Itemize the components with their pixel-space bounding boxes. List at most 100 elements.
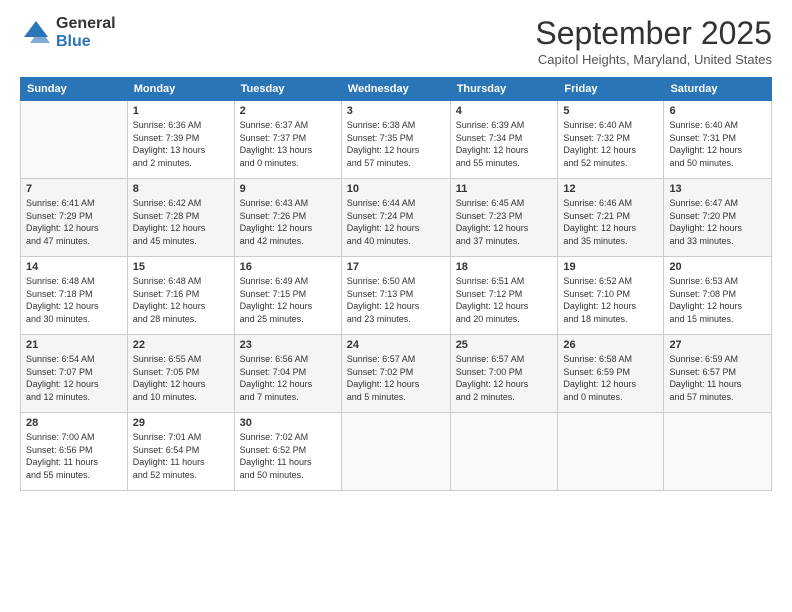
- day-number: 17: [347, 261, 445, 273]
- day-info: Sunrise: 7:02 AM Sunset: 6:52 PM Dayligh…: [240, 431, 336, 481]
- day-cell: 1 Sunrise: 6:36 AM Sunset: 7:39 PM Daylig…: [127, 101, 234, 179]
- day-number: 8: [133, 183, 229, 195]
- logo-icon: [20, 17, 52, 49]
- day-cell: [341, 413, 450, 491]
- day-cell: 24 Sunrise: 6:57 AM Sunset: 7:02 PM Dayli…: [341, 335, 450, 413]
- day-cell: 19 Sunrise: 6:52 AM Sunset: 7:10 PM Dayli…: [558, 257, 664, 335]
- day-info: Sunrise: 6:45 AM Sunset: 7:23 PM Dayligh…: [456, 197, 553, 247]
- day-cell: 3Sunrise: 6:38 AM Sunset: 7:35 PM Daylig…: [341, 101, 450, 179]
- day-number: 22: [133, 339, 229, 351]
- day-cell: [664, 413, 772, 491]
- day-cell: 9Sunrise: 6:43 AM Sunset: 7:26 PM Daylig…: [234, 179, 341, 257]
- day-info: Sunrise: 6:53 AM Sunset: 7:08 PM Dayligh…: [669, 275, 766, 325]
- day-number: 1: [133, 105, 229, 117]
- day-number: 20: [669, 261, 766, 273]
- day-number: 29: [133, 417, 229, 429]
- day-number: 12: [563, 183, 658, 195]
- location: Capitol Heights, Maryland, United States: [535, 52, 772, 67]
- day-cell: 27 Sunrise: 6:59 AM Sunset: 6:57 PM Dayli…: [664, 335, 772, 413]
- day-number: 10: [347, 183, 445, 195]
- day-cell: 13 Sunrise: 6:47 AM Sunset: 7:20 PM Dayli…: [664, 179, 772, 257]
- day-cell: [450, 413, 558, 491]
- day-number: 13: [669, 183, 766, 195]
- day-info: Sunrise: 6:52 AM Sunset: 7:10 PM Dayligh…: [563, 275, 658, 325]
- header-cell-tuesday: Tuesday: [234, 78, 341, 101]
- day-cell: 18Sunrise: 6:51 AM Sunset: 7:12 PM Dayli…: [450, 257, 558, 335]
- day-info: Sunrise: 6:40 AM Sunset: 7:31 PM Dayligh…: [669, 119, 766, 169]
- day-info: Sunrise: 6:56 AM Sunset: 7:04 PM Dayligh…: [240, 353, 336, 403]
- header-cell-saturday: Saturday: [664, 78, 772, 101]
- header-cell-monday: Monday: [127, 78, 234, 101]
- header: General Blue September 2025 Capitol Heig…: [20, 15, 772, 67]
- day-info: Sunrise: 6:36 AM Sunset: 7:39 PM Dayligh…: [133, 119, 229, 169]
- day-cell: 30 Sunrise: 7:02 AM Sunset: 6:52 PM Dayli…: [234, 413, 341, 491]
- logo: General Blue: [20, 15, 116, 50]
- logo-general: General: [56, 15, 116, 32]
- day-number: 23: [240, 339, 336, 351]
- day-number: 9: [240, 183, 336, 195]
- day-info: Sunrise: 6:40 AM Sunset: 7:32 PM Dayligh…: [563, 119, 658, 169]
- day-cell: 21Sunrise: 6:54 AM Sunset: 7:07 PM Dayli…: [21, 335, 128, 413]
- header-cell-wednesday: Wednesday: [341, 78, 450, 101]
- day-info: Sunrise: 6:55 AM Sunset: 7:05 PM Dayligh…: [133, 353, 229, 403]
- header-cell-thursday: Thursday: [450, 78, 558, 101]
- day-number: 6: [669, 105, 766, 117]
- day-cell: 17Sunrise: 6:50 AM Sunset: 7:13 PM Dayli…: [341, 257, 450, 335]
- day-number: 7: [26, 183, 122, 195]
- week-row-2: 14Sunrise: 6:48 AM Sunset: 7:18 PM Dayli…: [21, 257, 772, 335]
- day-info: Sunrise: 6:57 AM Sunset: 7:02 PM Dayligh…: [347, 353, 445, 403]
- week-row-4: 28Sunrise: 7:00 AM Sunset: 6:56 PM Dayli…: [21, 413, 772, 491]
- day-number: 21: [26, 339, 122, 351]
- day-number: 16: [240, 261, 336, 273]
- day-cell: 11Sunrise: 6:45 AM Sunset: 7:23 PM Dayli…: [450, 179, 558, 257]
- day-cell: 10Sunrise: 6:44 AM Sunset: 7:24 PM Dayli…: [341, 179, 450, 257]
- day-cell: 5Sunrise: 6:40 AM Sunset: 7:32 PM Daylig…: [558, 101, 664, 179]
- day-info: Sunrise: 7:00 AM Sunset: 6:56 PM Dayligh…: [26, 431, 122, 481]
- week-row-0: 1 Sunrise: 6:36 AM Sunset: 7:39 PM Daylig…: [21, 101, 772, 179]
- day-cell: 12 Sunrise: 6:46 AM Sunset: 7:21 PM Dayli…: [558, 179, 664, 257]
- day-number: 30: [240, 417, 336, 429]
- day-cell: 25Sunrise: 6:57 AM Sunset: 7:00 PM Dayli…: [450, 335, 558, 413]
- day-number: 15: [133, 261, 229, 273]
- day-number: 26: [563, 339, 658, 351]
- day-cell: 8 Sunrise: 6:42 AM Sunset: 7:28 PM Daylig…: [127, 179, 234, 257]
- day-info: Sunrise: 6:48 AM Sunset: 7:18 PM Dayligh…: [26, 275, 122, 325]
- day-number: 19: [563, 261, 658, 273]
- day-info: Sunrise: 6:38 AM Sunset: 7:35 PM Dayligh…: [347, 119, 445, 169]
- day-cell: [558, 413, 664, 491]
- day-cell: 4 Sunrise: 6:39 AM Sunset: 7:34 PM Daylig…: [450, 101, 558, 179]
- day-cell: 20 Sunrise: 6:53 AM Sunset: 7:08 PM Dayli…: [664, 257, 772, 335]
- day-info: Sunrise: 6:57 AM Sunset: 7:00 PM Dayligh…: [456, 353, 553, 403]
- day-cell: [21, 101, 128, 179]
- day-info: Sunrise: 6:59 AM Sunset: 6:57 PM Dayligh…: [669, 353, 766, 403]
- header-row: SundayMondayTuesdayWednesdayThursdayFrid…: [21, 78, 772, 101]
- week-row-1: 7 Sunrise: 6:41 AM Sunset: 7:29 PM Daylig…: [21, 179, 772, 257]
- day-number: 4: [456, 105, 553, 117]
- day-info: Sunrise: 6:47 AM Sunset: 7:20 PM Dayligh…: [669, 197, 766, 247]
- day-info: Sunrise: 6:49 AM Sunset: 7:15 PM Dayligh…: [240, 275, 336, 325]
- day-cell: 23 Sunrise: 6:56 AM Sunset: 7:04 PM Dayli…: [234, 335, 341, 413]
- day-info: Sunrise: 6:46 AM Sunset: 7:21 PM Dayligh…: [563, 197, 658, 247]
- day-info: Sunrise: 6:58 AM Sunset: 6:59 PM Dayligh…: [563, 353, 658, 403]
- day-cell: 15 Sunrise: 6:48 AM Sunset: 7:16 PM Dayli…: [127, 257, 234, 335]
- page: General Blue September 2025 Capitol Heig…: [0, 0, 792, 612]
- day-cell: 14Sunrise: 6:48 AM Sunset: 7:18 PM Dayli…: [21, 257, 128, 335]
- day-cell: 22 Sunrise: 6:55 AM Sunset: 7:05 PM Dayli…: [127, 335, 234, 413]
- day-cell: 7 Sunrise: 6:41 AM Sunset: 7:29 PM Daylig…: [21, 179, 128, 257]
- day-info: Sunrise: 6:48 AM Sunset: 7:16 PM Dayligh…: [133, 275, 229, 325]
- day-cell: 26 Sunrise: 6:58 AM Sunset: 6:59 PM Dayli…: [558, 335, 664, 413]
- day-info: Sunrise: 6:42 AM Sunset: 7:28 PM Dayligh…: [133, 197, 229, 247]
- day-info: Sunrise: 6:51 AM Sunset: 7:12 PM Dayligh…: [456, 275, 553, 325]
- day-cell: 6 Sunrise: 6:40 AM Sunset: 7:31 PM Daylig…: [664, 101, 772, 179]
- day-info: Sunrise: 7:01 AM Sunset: 6:54 PM Dayligh…: [133, 431, 229, 481]
- day-cell: 29 Sunrise: 7:01 AM Sunset: 6:54 PM Dayli…: [127, 413, 234, 491]
- week-row-3: 21Sunrise: 6:54 AM Sunset: 7:07 PM Dayli…: [21, 335, 772, 413]
- day-number: 2: [240, 105, 336, 117]
- day-number: 24: [347, 339, 445, 351]
- header-cell-friday: Friday: [558, 78, 664, 101]
- logo-blue: Blue: [56, 33, 91, 50]
- day-info: Sunrise: 6:41 AM Sunset: 7:29 PM Dayligh…: [26, 197, 122, 247]
- day-cell: 16 Sunrise: 6:49 AM Sunset: 7:15 PM Dayli…: [234, 257, 341, 335]
- day-info: Sunrise: 6:39 AM Sunset: 7:34 PM Dayligh…: [456, 119, 553, 169]
- day-number: 27: [669, 339, 766, 351]
